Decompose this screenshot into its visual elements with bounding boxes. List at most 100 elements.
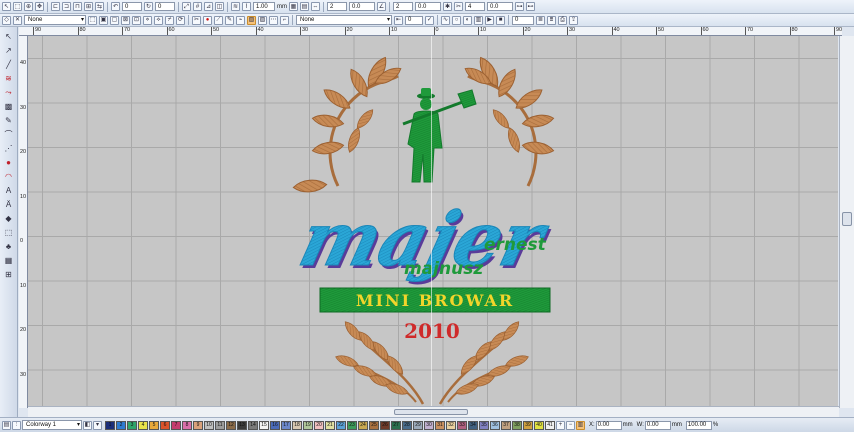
thread-swatch[interactable]: 32 [446,420,456,430]
scale-icon[interactable]: ⤢ [182,2,191,11]
margin-field[interactable]: 0.0 [487,2,513,11]
thread-swatch[interactable]: 36 [490,420,500,430]
angle-icon[interactable]: ∠ [377,2,386,11]
freehand-icon[interactable]: ✎ [2,115,15,126]
tatami-tool-icon[interactable]: ▨ [258,15,267,25]
design-canvas[interactable]: majer majer ernest majnusz MINI BROWAR 2… [28,36,838,406]
stitch-type-icon[interactable]: ≋ [231,2,240,11]
add-color-icon[interactable]: + [556,420,565,430]
line-tool-icon[interactable]: ╱ [2,59,15,70]
thread-swatch[interactable]: 3 [127,420,137,430]
thread-swatch[interactable]: 15 [259,420,269,430]
ungroup-icon[interactable]: ▢ [110,15,119,25]
satin-tool-icon[interactable]: ▧ [247,15,256,25]
pull-comp-icon[interactable]: ⇔ [311,2,320,11]
thread-swatch[interactable]: 20 [314,420,324,430]
align-right-icon[interactable]: ⊓ [73,2,82,11]
thread-swatch[interactable]: 16 [270,420,280,430]
remove-color-icon[interactable]: − [566,420,575,430]
thread-swatch[interactable]: 19 [303,420,313,430]
reshape-icon[interactable]: ⟡ [154,15,163,25]
mirror-icon[interactable]: ⇆ [95,2,104,11]
thread-library-icon[interactable]: ▥ [576,420,585,430]
needle-icon[interactable]: ⌇ [242,2,251,11]
thread-swatch[interactable]: 10 [204,420,214,430]
thread-swatch[interactable]: 40 [534,420,544,430]
spacing-field[interactable]: 2 [327,2,347,11]
align-left-icon[interactable]: ⊏ [51,2,60,11]
applique-icon[interactable]: ⬚ [2,227,15,238]
thread-swatch[interactable]: 18 [292,420,302,430]
density-icon[interactable]: ▦ [289,2,298,11]
thread-swatch[interactable]: 41 [545,420,555,430]
arrange-icon[interactable]: ⊡ [132,15,141,25]
thread-swatch[interactable]: 26 [380,420,390,430]
motif-icon[interactable]: ♣ [2,241,15,252]
cross-stitch-icon[interactable]: ▦ [2,255,15,266]
thread-swatch[interactable]: 4 [138,420,148,430]
thread-swatch[interactable]: 21 [325,420,335,430]
arc-tool-icon[interactable]: ◠ [2,171,15,182]
lock-icon[interactable]: ⊠ [121,15,130,25]
export-icon[interactable]: ⇪ [569,15,578,25]
thread-swatch[interactable]: 1 [105,420,115,430]
thread-swatch[interactable]: 5 [149,420,159,430]
thread-swatch[interactable]: 13 [237,420,247,430]
thread-swatch[interactable]: 25 [369,420,379,430]
wave-icon[interactable]: ∿ [441,15,450,25]
thread-swatch[interactable]: 31 [435,420,445,430]
knife-icon[interactable]: ⌿ [165,15,174,25]
gradient-icon[interactable]: ◐ [463,15,472,25]
vertical-scroll-thumb[interactable] [842,212,852,226]
width-field[interactable]: 0.0 [415,2,441,11]
measure-icon[interactable]: ⊿ [204,2,213,11]
left-edge-icon[interactable]: ⇤ [394,15,403,25]
line-color-icon[interactable]: ⟋ [214,15,223,25]
horizontal-scroll-thumb[interactable] [394,409,468,415]
satin-column-icon[interactable]: ⤳ [2,87,15,98]
trim-icon[interactable]: ✂ [454,2,463,11]
grid-icon[interactable]: # [193,2,202,11]
stop-icon[interactable]: ■ [496,15,505,25]
thread-swatch[interactable]: 37 [501,420,511,430]
vertical-scrollbar[interactable] [839,36,854,408]
play-icon[interactable]: ▶ [485,15,494,25]
node-edit-icon[interactable]: ⋄ [143,15,152,25]
thread-swatch[interactable]: 35 [479,420,489,430]
bezier-icon[interactable]: ⌒ [2,129,15,140]
scale-field[interactable]: 100.00 [685,420,712,430]
snap-icon[interactable]: ◫ [215,2,224,11]
fill-stitch-icon[interactable]: ▥ [474,15,483,25]
thread-swatch[interactable]: 17 [281,420,291,430]
fill-icon[interactable]: ◇ [2,15,11,25]
colorway-combo[interactable]: Colorway 1 ▾ [22,420,82,430]
select-icon[interactable]: ↖ [2,2,11,11]
underlay-icon[interactable]: ▤ [300,2,309,11]
thread-chart-icon[interactable]: ⫶ [12,420,21,430]
offset-field[interactable]: 0.0 [349,2,375,11]
select-all-icon[interactable]: ⬚ [88,15,97,25]
tie-in-icon[interactable]: ⊶ [515,2,524,11]
circle-tool-icon[interactable]: ○ [452,15,461,25]
trace-icon[interactable]: ⊞ [2,269,15,280]
undo-icon[interactable]: ↶ [111,2,120,11]
pattern-icon[interactable]: ✱ [443,2,452,11]
shape-tool-icon[interactable]: ◆ [2,213,15,224]
no-outline-icon[interactable]: ✕ [13,15,22,25]
refresh-icon[interactable]: ⟳ [176,15,185,25]
pan-icon[interactable]: ✥ [35,2,44,11]
align-center-icon[interactable]: ⊐ [62,2,71,11]
ellipse-tool-icon[interactable]: ● [2,157,15,168]
apply-icon[interactable]: ✓ [425,15,434,25]
embroidery-design[interactable]: majer majer ernest majnusz MINI BROWAR 2… [28,36,838,406]
horizontal-scrollbar[interactable] [28,406,839,417]
thread-swatch[interactable]: 8 [182,420,192,430]
palette-icon[interactable]: ◧ [83,420,92,430]
color-dot-icon[interactable]: ● [203,15,212,25]
thread-swatch[interactable]: 27 [391,420,401,430]
style-combo[interactable]: None ▾ [296,15,392,25]
thread-swatch[interactable]: 34 [468,420,478,430]
design-icon[interactable]: ▤ [2,420,11,430]
tie-off-icon[interactable]: ⊷ [526,2,535,11]
node-select-icon[interactable]: ↗ [2,45,15,56]
